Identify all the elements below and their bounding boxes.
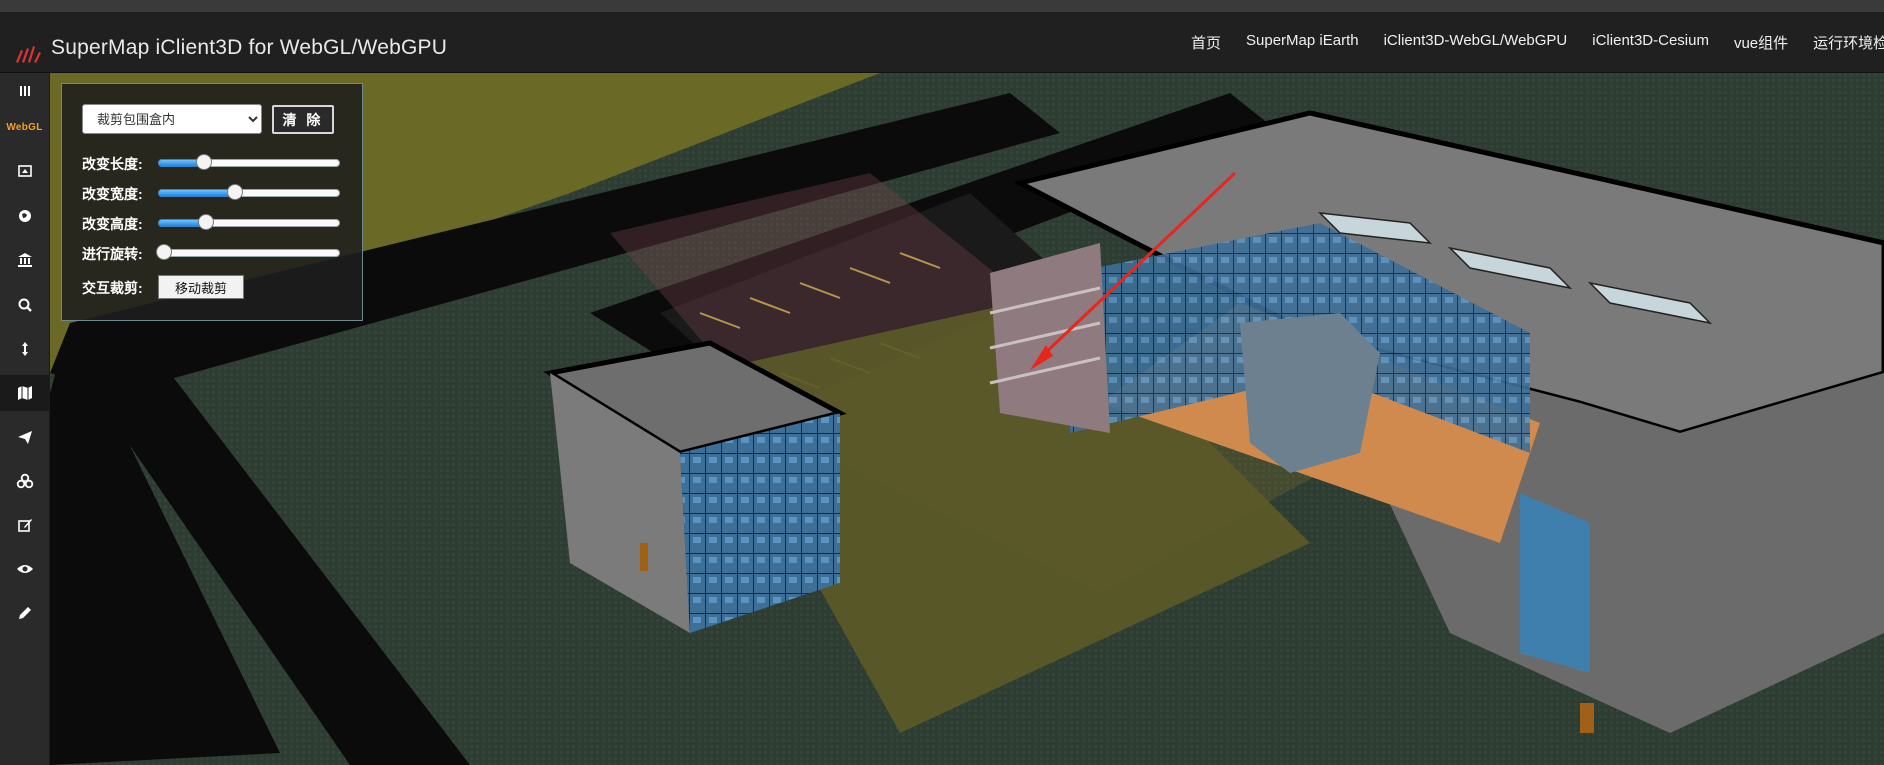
building-icon bbox=[17, 253, 32, 267]
width-slider[interactable] bbox=[158, 184, 340, 200]
send-button[interactable] bbox=[0, 419, 49, 455]
width-label: 改变宽度: bbox=[82, 186, 143, 202]
supermap-logo-icon bbox=[16, 46, 41, 63]
clear-button[interactable]: 清 除 bbox=[272, 105, 334, 134]
browser-top-strip bbox=[0, 0, 1884, 12]
layers-icon bbox=[16, 473, 33, 489]
move-clip-button[interactable]: 移动裁剪 bbox=[158, 275, 244, 299]
globe-icon bbox=[18, 210, 31, 222]
eye-icon bbox=[16, 565, 33, 573]
pencil-icon bbox=[18, 607, 31, 619]
search-button[interactable] bbox=[0, 287, 49, 323]
globe-button[interactable] bbox=[0, 198, 49, 234]
app-title: SuperMap iClient3D for WebGL/WebGPU bbox=[51, 36, 448, 59]
slider-fill bbox=[158, 189, 236, 197]
nav-home[interactable]: 首页 bbox=[1191, 32, 1221, 53]
building-button[interactable] bbox=[0, 242, 49, 278]
scene-button[interactable] bbox=[0, 153, 49, 189]
clip-mode-select[interactable]: 裁剪包围盒内 bbox=[82, 104, 262, 134]
slider-track bbox=[158, 249, 340, 257]
slider-thumb[interactable] bbox=[226, 184, 243, 200]
length-slider[interactable] bbox=[158, 154, 340, 170]
slider-thumb[interactable] bbox=[197, 214, 214, 230]
height-label: 改变高度: bbox=[82, 216, 143, 232]
webgl-badge[interactable]: WebGL bbox=[0, 109, 49, 145]
eye-button[interactable] bbox=[0, 551, 49, 587]
map-icon bbox=[17, 386, 32, 400]
send-icon bbox=[17, 431, 32, 444]
length-label: 改变长度: bbox=[82, 156, 143, 172]
clip-box-panel: 裁剪包围盒内 清 除 改变长度: 改变宽度: 改变高度: 进行旋转: 交互裁剪:… bbox=[61, 83, 363, 321]
slider-thumb[interactable] bbox=[156, 244, 173, 260]
height-icon bbox=[21, 342, 28, 356]
nav-vue-components[interactable]: vue组件 bbox=[1734, 32, 1788, 53]
height-button[interactable] bbox=[0, 331, 49, 367]
menu-icon bbox=[19, 86, 30, 96]
webgl-label: WebGL bbox=[6, 121, 43, 133]
layers-button[interactable] bbox=[0, 463, 49, 499]
height-slider[interactable] bbox=[158, 214, 340, 230]
map-button[interactable] bbox=[0, 375, 49, 411]
nav-webgl-webgpu[interactable]: iClient3D-WebGL/WebGPU bbox=[1384, 32, 1568, 53]
top-nav: 首页 SuperMap iEarth iClient3D-WebGL/WebGP… bbox=[1191, 32, 1884, 53]
search-icon bbox=[18, 298, 32, 312]
left-sidebar: WebGL bbox=[0, 73, 50, 765]
nav-cesium[interactable]: iClient3D-Cesium bbox=[1592, 32, 1709, 53]
slider-thumb[interactable] bbox=[196, 154, 212, 170]
edit-icon bbox=[17, 519, 32, 532]
rotate-label: 进行旋转: bbox=[82, 246, 143, 262]
nav-iearth[interactable]: SuperMap iEarth bbox=[1246, 32, 1359, 53]
edit-button[interactable] bbox=[0, 507, 49, 543]
pencil-button[interactable] bbox=[0, 595, 49, 631]
nav-env-check[interactable]: 运行环境检测 bbox=[1813, 32, 1884, 53]
rotate-slider[interactable] bbox=[156, 244, 340, 260]
interactive-clip-label: 交互裁剪: bbox=[82, 280, 143, 296]
menu-button[interactable] bbox=[0, 73, 49, 109]
scene-icon bbox=[17, 165, 32, 177]
